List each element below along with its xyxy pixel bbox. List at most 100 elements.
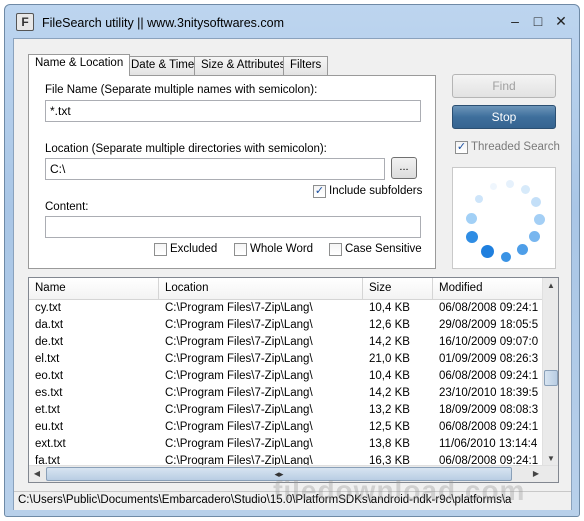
threaded-search-label: Threaded Search [471,141,560,153]
cell-location: C:\Program Files\7-Zip\Lang\ [165,438,313,450]
cell-name: eo.txt [35,370,64,382]
tab-date-time[interactable]: Date & Time [124,56,202,75]
table-row[interactable]: ext.txt C:\Program Files\7-Zip\Lang\ 13,8 … [29,437,544,454]
cell-location: C:\Program Files\7-Zip\Lang\ [165,336,313,348]
table-row[interactable]: eu.txt C:\Program Files\7-Zip\Lang\ 12,5 K… [29,420,544,437]
results-body: cy.txt C:\Program Files\7-Zip\Lang\ 10,4 K… [29,301,544,467]
cell-name: cy.txt [35,302,61,314]
cell-name: da.txt [35,319,64,331]
include-subfolders-checkbox[interactable]: ✓ [313,185,326,198]
spinner-dot [506,180,514,188]
location-input[interactable]: C:\ [45,158,385,180]
window-title: FileSearch utility || www.3nitysoftwares… [42,16,284,30]
cell-size: 13,2 KB [369,404,410,416]
cell-modified: 06/08/2008 09:24:1 [439,370,539,382]
browse-button[interactable]: ... [391,157,417,179]
stop-button[interactable]: Stop [452,105,556,129]
spinner-dot [466,213,477,224]
column-modified[interactable]: Modified [433,278,544,300]
cell-modified: 16/10/2009 09:07:0 [439,336,539,348]
tab-name-location[interactable]: Name & Location [28,54,131,76]
cell-name: el.txt [35,353,60,365]
spinner-dot [517,244,528,255]
cell-modified: 06/08/2008 09:24:1 [439,421,539,433]
cell-location: C:\Program Files\7-Zip\Lang\ [165,319,313,331]
cell-modified: 06/08/2008 09:24:1 [439,302,539,314]
cell-modified: 29/08/2009 18:05:5 [439,319,539,331]
cell-size: 10,4 KB [369,370,410,382]
column-name[interactable]: Name [29,278,159,300]
cell-size: 14,2 KB [369,387,410,399]
table-row[interactable]: cy.txt C:\Program Files\7-Zip\Lang\ 10,4 K… [29,301,544,318]
whole-word-label: Whole Word [250,243,314,255]
column-location[interactable]: Location [159,278,363,300]
results-header: Name Location Size Modified [29,278,544,300]
case-sensitive-checkbox[interactable] [329,243,342,256]
spinner-dot [534,214,545,225]
table-row[interactable]: es.txt C:\Program Files\7-Zip\Lang\ 14,2 K… [29,386,544,403]
name-location-panel: File Name (Separate multiple names with … [28,75,436,269]
cell-modified: 18/09/2009 08:08:3 [439,404,539,416]
excluded-checkbox[interactable] [154,243,167,256]
scroll-up-icon[interactable]: ▲ [543,278,558,294]
cell-location: C:\Program Files\7-Zip\Lang\ [165,370,313,382]
location-label: Location (Separate multiple directories … [45,143,327,155]
file-name-label: File Name (Separate multiple names with … [45,84,318,96]
table-row[interactable]: el.txt C:\Program Files\7-Zip\Lang\ 21,0 K… [29,352,544,369]
find-button[interactable]: Find [452,74,556,98]
tab-size-attributes[interactable]: Size & Attributes [194,56,293,75]
spinner-dot [501,252,511,262]
cell-location: C:\Program Files\7-Zip\Lang\ [165,387,313,399]
content-input[interactable] [45,216,421,238]
case-sensitive-label: Case Sensitive [345,243,422,255]
cell-name: et.txt [35,404,60,416]
client-area: Name & Location Date & Time Size & Attri… [13,38,572,510]
cell-location: C:\Program Files\7-Zip\Lang\ [165,404,313,416]
column-size[interactable]: Size [363,278,433,300]
table-row[interactable]: et.txt C:\Program Files\7-Zip\Lang\ 13,2 K… [29,403,544,420]
cell-size: 14,2 KB [369,336,410,348]
vertical-scrollbar[interactable]: ▲ ▼ [542,278,558,467]
spinner-dot [475,195,483,203]
cell-size: 21,0 KB [369,353,410,365]
excluded-label: Excluded [170,243,218,255]
cell-size: 10,4 KB [369,302,410,314]
cell-location: C:\Program Files\7-Zip\Lang\ [165,353,313,365]
cell-name: es.txt [35,387,63,399]
cell-location: C:\Program Files\7-Zip\Lang\ [165,421,313,433]
cell-modified: 11/06/2010 13:14:4 [439,438,538,450]
scroll-left-icon[interactable]: ◀ [29,466,45,482]
progress-spinner [452,167,556,269]
cell-name: de.txt [35,336,64,348]
threaded-search-checkbox[interactable]: ✓ [455,141,468,154]
spinner-dot [481,245,494,258]
cell-name: eu.txt [35,421,64,433]
content-label: Content: [45,201,89,213]
cell-modified: 01/09/2009 08:26:3 [439,353,539,365]
spinner-dot [521,185,530,194]
close-icon[interactable]: ✕ [548,11,574,31]
main-window: F FileSearch utility || www.3nitysoftwar… [4,4,580,517]
results-list[interactable]: Name Location Size Modified cy.txt C:\Pro… [28,277,559,483]
tab-filters[interactable]: Filters [283,56,329,75]
include-subfolders-label: Include subfolders [329,185,423,197]
spinner-dot [466,231,478,243]
spinner-dot [529,231,540,242]
table-row[interactable]: de.txt C:\Program Files\7-Zip\Lang\ 14,2 K… [29,335,544,352]
cell-size: 12,5 KB [369,421,410,433]
cell-modified: 23/10/2010 18:39:5 [439,387,539,399]
cell-location: C:\Program Files\7-Zip\Lang\ [165,302,313,314]
cell-size: 13,8 KB [369,438,410,450]
table-row[interactable]: da.txt C:\Program Files\7-Zip\Lang\ 12,6 K… [29,318,544,335]
cell-name: ext.txt [35,438,66,450]
watermark-logo: filedownload.com [273,475,526,506]
spinner-dot [531,197,541,207]
whole-word-checkbox[interactable] [234,243,247,256]
app-icon[interactable]: F [16,13,34,31]
spinner-dot [490,183,497,190]
title-bar[interactable]: F FileSearch utility || www.3nitysoftwar… [5,5,579,37]
table-row[interactable]: eo.txt C:\Program Files\7-Zip\Lang\ 10,4 K… [29,369,544,386]
vertical-scroll-thumb[interactable] [544,370,558,386]
file-name-input[interactable]: *.txt [45,100,421,122]
scroll-right-icon[interactable]: ▶ [528,466,544,482]
